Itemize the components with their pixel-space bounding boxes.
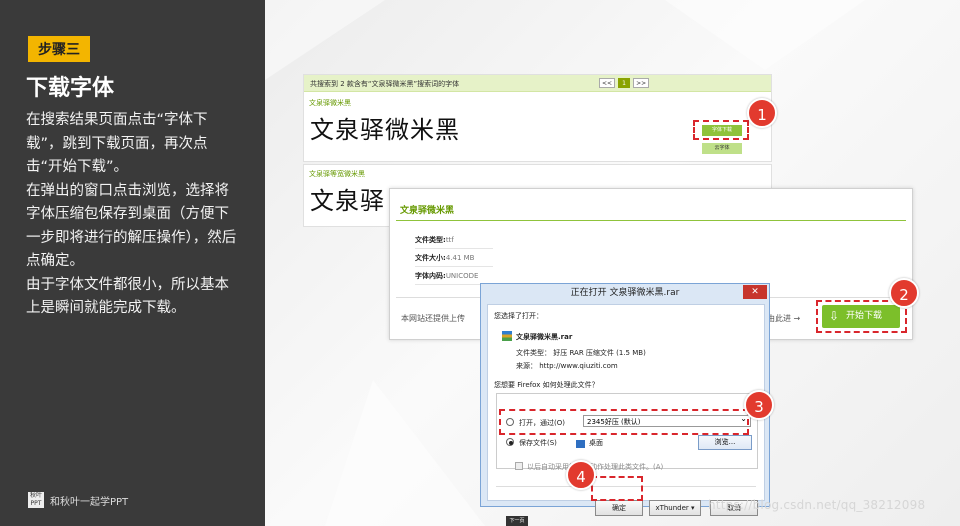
highlight-font-download: [693, 120, 749, 140]
file-type-label: 文件类型:: [415, 236, 446, 244]
pager-prev[interactable]: <<: [599, 78, 616, 88]
rar-file-icon: [502, 331, 512, 341]
watermark: https://blog.csdn.net/qq_38212098: [708, 498, 926, 512]
save-target: 桌面: [589, 439, 603, 447]
file-size-label: 文件大小:: [415, 254, 446, 262]
result-font-name[interactable]: 文泉驿等宽微米黑: [304, 165, 771, 179]
highlight-save-file: [499, 409, 749, 435]
handling-question: 您想要 Firefox 如何处理此文件？: [494, 381, 599, 389]
search-summary: 共搜索到 2 款含有“文泉驿微米黑”搜索词的字体: [310, 80, 460, 88]
close-icon[interactable]: ✕: [743, 285, 767, 299]
download-font-title: 文泉驿微米黑: [396, 195, 906, 221]
callout-number: 1: [747, 98, 777, 128]
ok-button[interactable]: 确定: [595, 500, 643, 516]
file-size-value: 4.41 MB: [445, 254, 475, 262]
pager-next[interactable]: >>: [633, 78, 650, 88]
brand-logo-icon: 秋叶 PPT: [28, 492, 44, 508]
file-type-line: 文件类型： 好压 RAR 压缩文件 (1.5 MB): [516, 349, 646, 357]
file-size-row: 文件大小:4.41 MB: [415, 253, 493, 267]
highlight-ok-button: [591, 476, 643, 501]
file-name: 文泉驿微米黑.rar: [516, 333, 573, 341]
callout-number: 2: [889, 278, 919, 308]
instruction-sidebar: 步骤三 下载字体 在搜索结果页面点击“字体下载”，跳到下载页面，再次点击“开始下…: [0, 0, 265, 526]
pager: << 1 >>: [599, 78, 650, 88]
search-results-panel: 共搜索到 2 款含有“文泉驿微米黑”搜索词的字体 << 1 >> 文泉驿微米黑 …: [303, 74, 772, 162]
source-line: 来源： http://www.qiuziti.com: [516, 362, 618, 370]
dialog-title: 正在打开 文泉驿微米黑.rar: [570, 288, 680, 298]
pager-current[interactable]: 1: [618, 78, 631, 88]
instruction-paragraph: 由于字体文件都很小，所以基本上是瞬间就能完成下载。: [26, 276, 229, 317]
page-title: 下载字体: [26, 76, 115, 101]
chosen-label: 您选择了打开：: [494, 312, 543, 320]
next-page-tab[interactable]: 下一页: [506, 516, 528, 526]
remember-checkbox[interactable]: [515, 462, 523, 470]
dialog-title-bar: 正在打开 文泉驿微米黑.rar ✕: [481, 284, 769, 302]
upload-link[interactable]: 由此进 →: [767, 313, 800, 324]
cloud-font-button[interactable]: 云字体: [702, 143, 742, 154]
file-type-value: ttf: [445, 236, 454, 244]
highlight-start-download: [816, 300, 907, 333]
background-shape: [665, 0, 865, 70]
background-shape: [325, 380, 485, 526]
brand: 秋叶 PPT 和秋叶一起学PPT: [28, 492, 128, 508]
save-file-label: 保存文件(S): [519, 439, 557, 447]
result-font-name[interactable]: 文泉驿微米黑: [304, 92, 771, 108]
brand-text: 和秋叶一起学PPT: [50, 496, 129, 508]
desktop-icon: [576, 440, 585, 448]
instruction-paragraph: 在弹出的窗口点击浏览，选择将字体压缩包保存到桌面（方便下一步即将进行的解压操作）…: [26, 182, 237, 270]
browse-button[interactable]: 浏览...: [698, 435, 752, 450]
callout-number: 4: [566, 460, 596, 490]
background-shape: [265, 0, 385, 80]
upload-note: 本网站还提供上传: [401, 314, 465, 323]
search-summary-bar: 共搜索到 2 款含有“文泉驿微米黑”搜索词的字体 << 1 >>: [304, 75, 771, 92]
font-code-label: 字体内码:: [415, 272, 446, 280]
callout-number: 3: [744, 390, 774, 420]
font-code-value: UNICODE: [445, 272, 479, 280]
file-type-row: 文件类型:ttf: [415, 235, 493, 249]
firefox-download-dialog: 正在打开 文泉驿微米黑.rar ✕ 您选择了打开： 文泉驿微米黑.rar 文件类…: [480, 283, 770, 516]
save-file-radio[interactable]: [506, 438, 514, 446]
instruction-paragraph: 在搜索结果页面点击“字体下载”，跳到下载页面，再次点击“开始下载”。: [26, 112, 208, 175]
xthunder-button[interactable]: xThunder ▾: [649, 500, 701, 516]
dialog-body: 您选择了打开： 文泉驿微米黑.rar 文件类型： 好压 RAR 压缩文件 (1.…: [487, 304, 765, 516]
instruction-text: 在搜索结果页面点击“字体下载”，跳到下载页面，再次点击“开始下载”。 在弹出的窗…: [26, 109, 242, 321]
step-badge: 步骤三: [28, 36, 90, 62]
